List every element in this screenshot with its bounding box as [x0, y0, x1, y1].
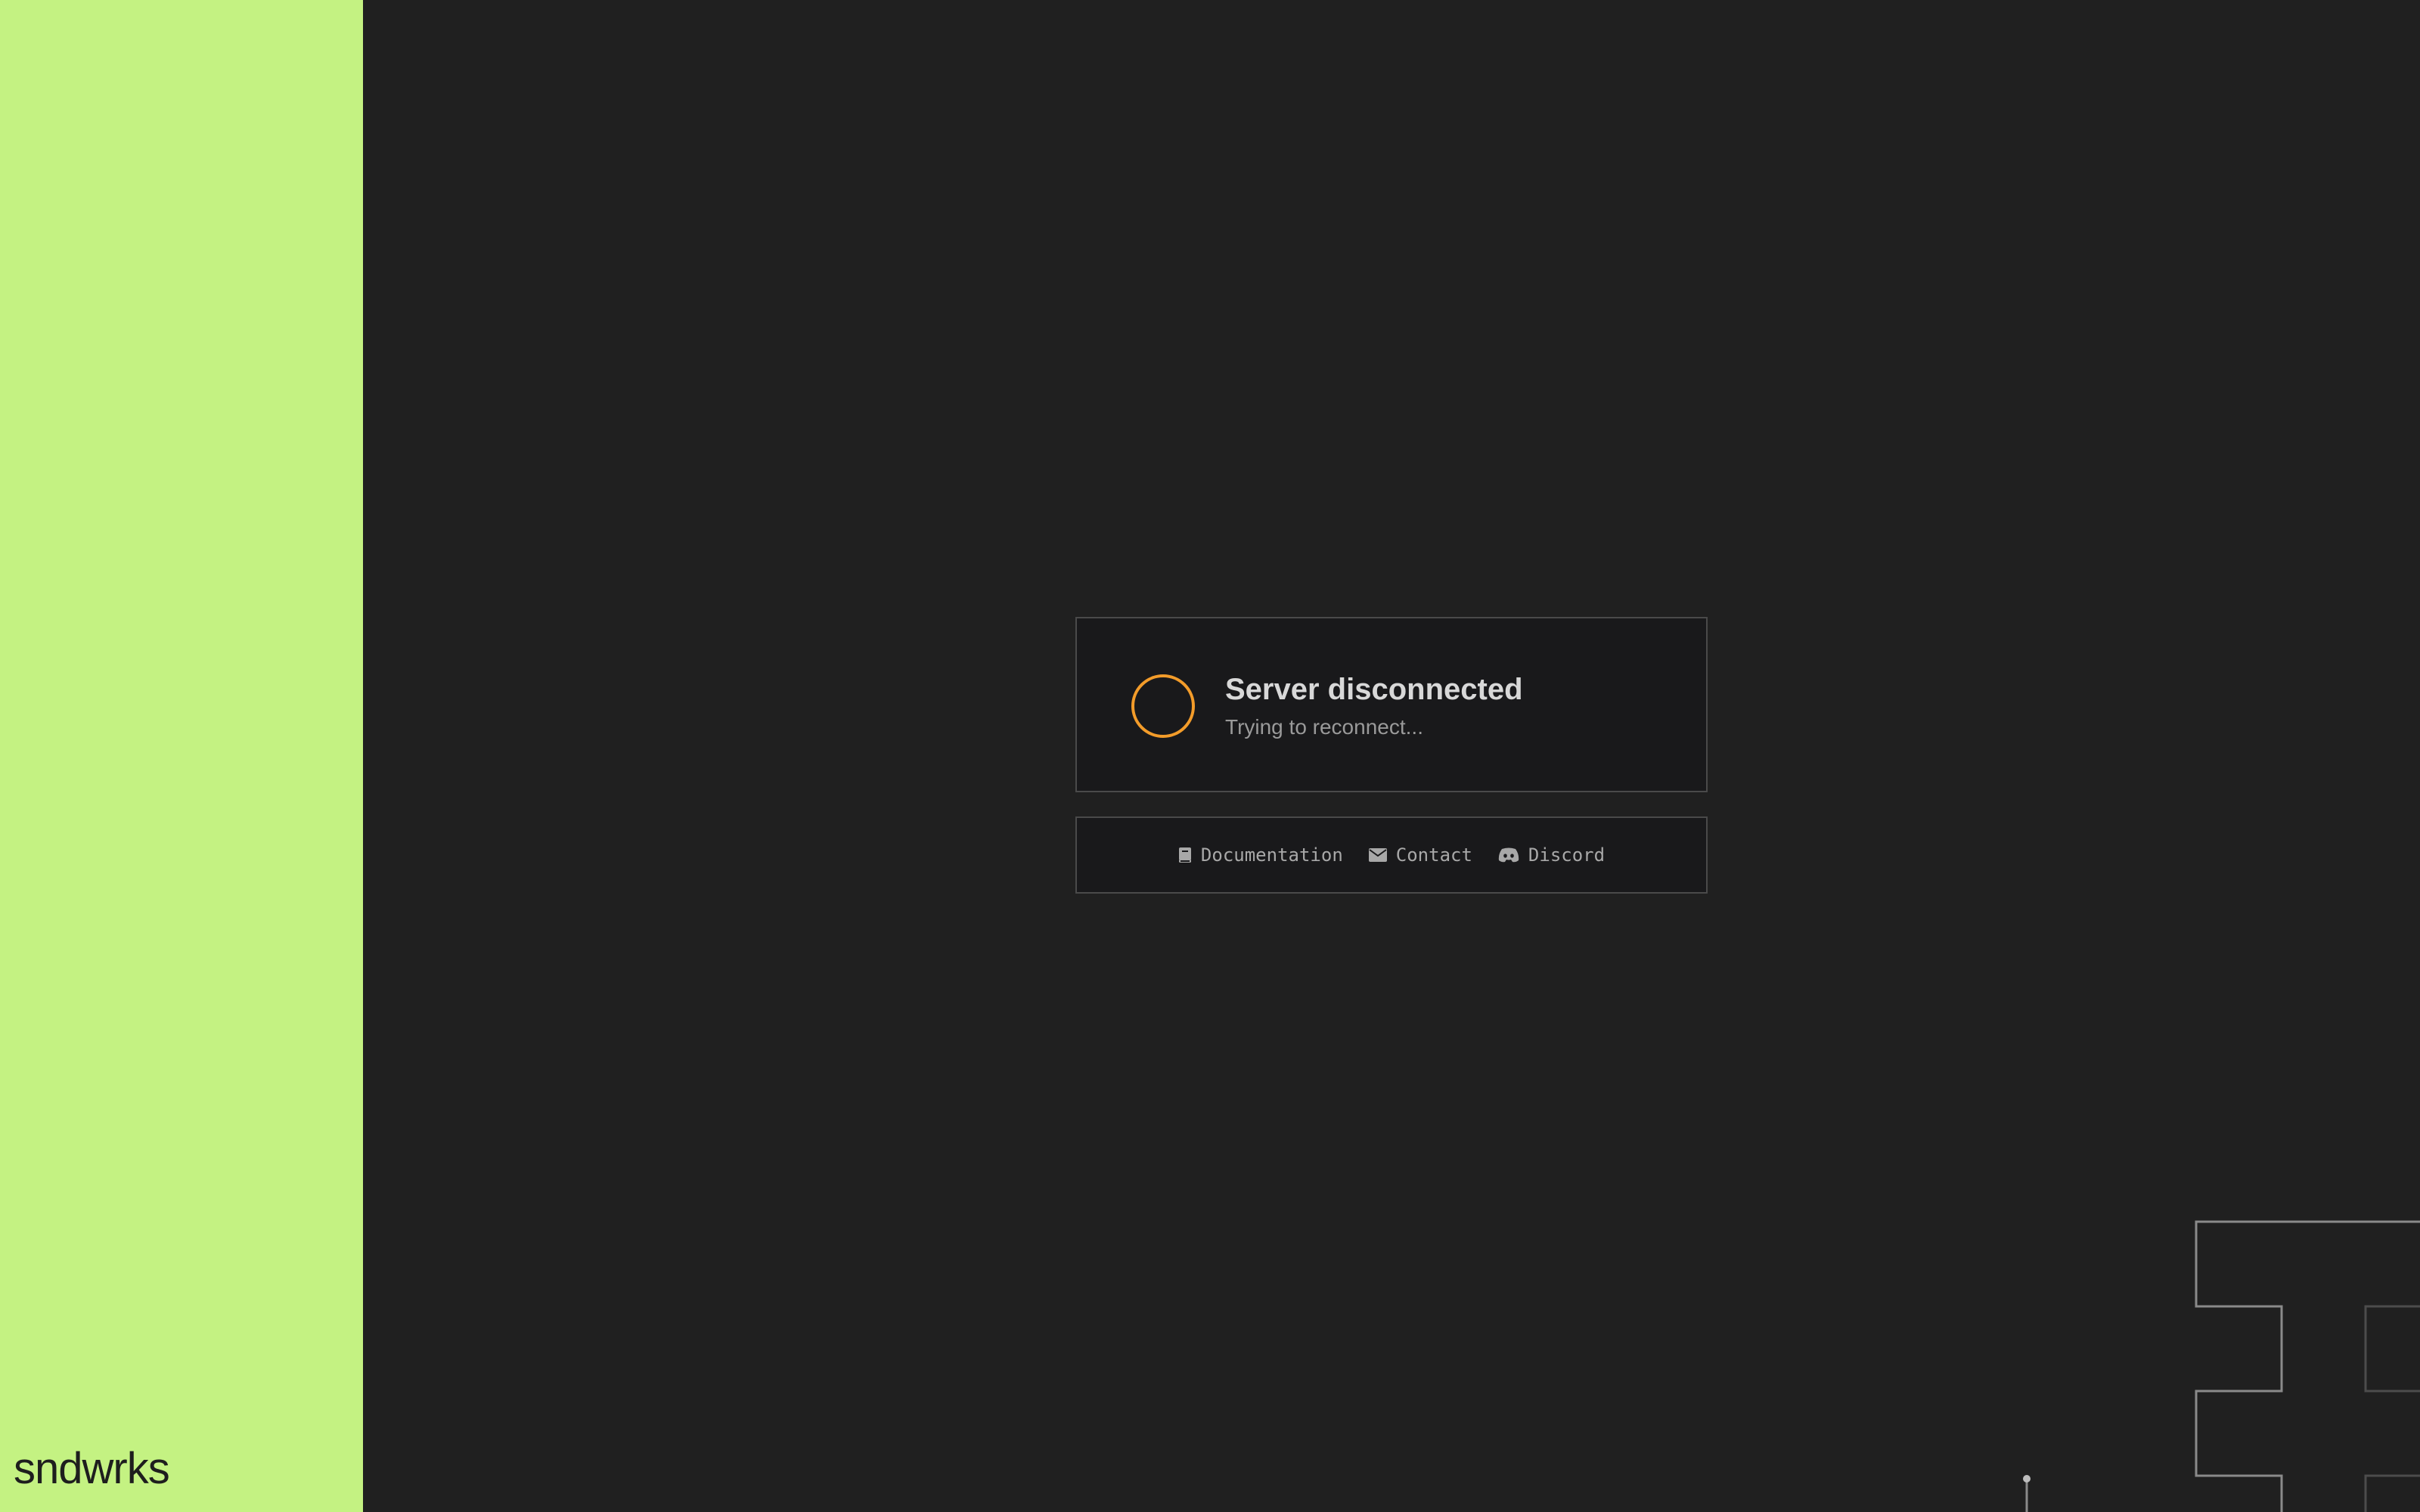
- brand-logo-text: sndwrks: [14, 1444, 170, 1493]
- status-title: Server disconnected: [1225, 673, 1523, 706]
- decorative-pattern: [2023, 1220, 2420, 1512]
- help-links-bar: Documentation Contact Discord: [1075, 816, 1708, 894]
- sidebar: sndwrks: [0, 0, 363, 1512]
- envelope-icon: [1368, 848, 1387, 862]
- documentation-link-label: Documentation: [1200, 844, 1343, 866]
- status-subtitle: Trying to reconnect...: [1225, 715, 1423, 739]
- reconnect-spinner-icon: [1131, 674, 1195, 738]
- discord-link[interactable]: Discord: [1498, 844, 1605, 866]
- discord-link-label: Discord: [1528, 844, 1606, 866]
- book-icon: [1178, 847, 1192, 863]
- discord-icon: [1498, 847, 1519, 863]
- connection-status-card: Server disconnected Trying to reconnect.…: [1075, 617, 1708, 792]
- documentation-link[interactable]: Documentation: [1178, 844, 1343, 866]
- decorative-lines: [2023, 1220, 2420, 1512]
- contact-link-label: Contact: [1395, 844, 1472, 866]
- contact-link[interactable]: Contact: [1368, 844, 1472, 866]
